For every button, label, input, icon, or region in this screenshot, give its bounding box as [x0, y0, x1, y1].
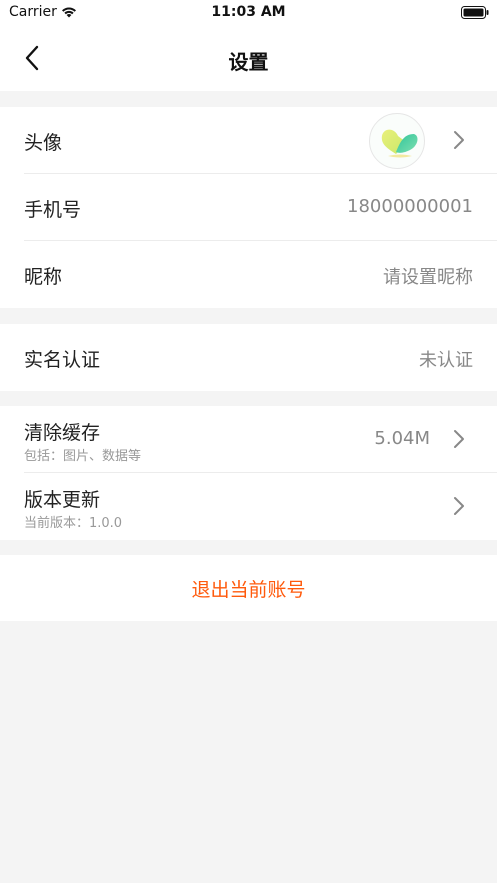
phone-row[interactable]: 手机号 18000000001 [24, 174, 497, 241]
page-title: 设置 [228, 50, 269, 74]
logout-button[interactable]: 退出当前账号 [0, 555, 497, 621]
chevron-right-icon [454, 430, 464, 448]
avatar[interactable] [369, 113, 425, 169]
nav-bar: 设置 [0, 26, 497, 91]
cache-size-value: 5.04M [374, 428, 430, 449]
current-version-sub: 当前版本：1.0.0 [24, 516, 123, 531]
clear-cache-label: 清除缓存 [24, 422, 101, 444]
verification-value: 未认证 [419, 350, 473, 371]
avatar-image [381, 129, 418, 158]
phone-value: 18000000001 [347, 196, 473, 217]
clear-cache-row[interactable]: 清除缓存 包括：图片、数据等 5.04M [24, 406, 497, 473]
chevron-right-icon [454, 497, 464, 515]
version-update-label: 版本更新 [24, 489, 101, 511]
nickname-row[interactable]: 昵称 请设置昵称 [24, 241, 497, 308]
status-time: 11:03 AM [211, 4, 286, 20]
profile-section: 头像 手机号 18000000001 昵称 请设置昵称 [0, 107, 497, 308]
verification-label: 实名认证 [24, 349, 101, 371]
battery-icon [461, 6, 489, 19]
nickname-label: 昵称 [24, 266, 63, 288]
logout-label: 退出当前账号 [191, 579, 306, 601]
verification-section: 实名认证 未认证 [0, 324, 497, 391]
avatar-label: 头像 [24, 132, 63, 154]
app-section: 清除缓存 包括：图片、数据等 5.04M 版本更新 当前版本：1.0.0 [0, 406, 497, 540]
nickname-value: 请设置昵称 [383, 267, 473, 288]
avatar-row[interactable]: 头像 [24, 107, 497, 174]
chevron-right-icon [454, 131, 464, 149]
phone-label: 手机号 [24, 199, 82, 221]
clear-cache-sub: 包括：图片、数据等 [24, 449, 142, 464]
verification-row[interactable]: 实名认证 未认证 [24, 324, 497, 391]
status-bar: Carrier 11:03 AM [0, 0, 497, 26]
version-update-row[interactable]: 版本更新 当前版本：1.0.0 [24, 473, 497, 540]
